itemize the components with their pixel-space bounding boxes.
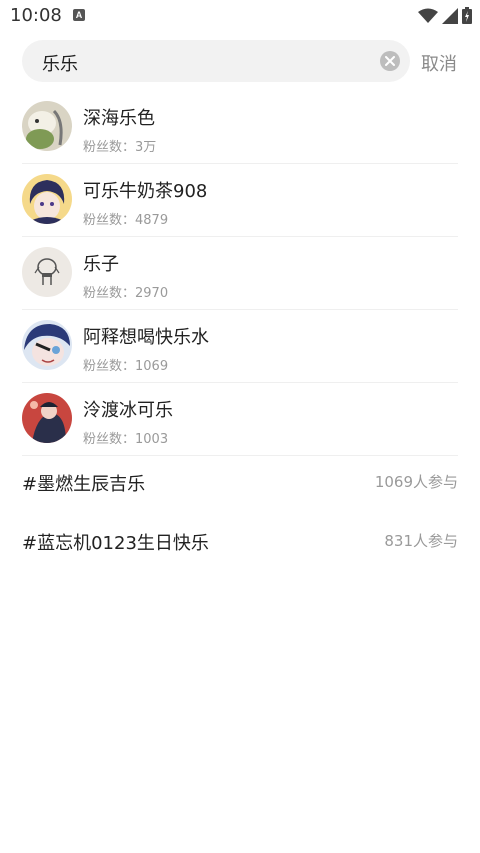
topic-row[interactable]: #蓝忘机0123生日快乐 831人参与: [22, 525, 458, 555]
avatar[interactable]: [22, 247, 72, 297]
topic-row[interactable]: #墨燃生辰吉乐 1069人参与: [22, 466, 458, 496]
fans-count: 粉丝数：1069: [83, 359, 169, 374]
notification-a-icon: A: [73, 9, 85, 21]
user-row[interactable]: 可乐牛奶茶908 粉丝数：4879: [22, 164, 458, 237]
wifi-icon: [418, 8, 438, 23]
fans-count: 粉丝数：1003: [83, 432, 169, 447]
user-row[interactable]: 阿释想喝快乐水 粉丝数：1069: [22, 310, 458, 383]
topic-title: #墨燃生辰吉乐: [22, 474, 146, 495]
user-name: 阿释想喝快乐水: [83, 327, 209, 348]
user-row[interactable]: 泠渡冰可乐 粉丝数：1003: [22, 383, 458, 456]
user-name: 可乐牛奶茶908: [83, 181, 208, 202]
user-name: 乐子: [83, 254, 119, 275]
user-row[interactable]: 乐子 粉丝数：2970: [22, 237, 458, 310]
topic-participants: 831人参与: [384, 532, 458, 550]
avatar[interactable]: [22, 174, 72, 224]
battery-icon: [462, 7, 472, 24]
search-input[interactable]: 乐乐: [42, 50, 78, 76]
fans-count: 粉丝数：2970: [83, 286, 169, 301]
user-name: 深海乐色: [83, 108, 155, 129]
topic-title: #蓝忘机0123生日快乐: [22, 533, 209, 554]
search-bar[interactable]: 乐乐: [22, 40, 410, 82]
clear-search-button[interactable]: [380, 51, 400, 71]
status-time: 10:08: [10, 5, 62, 26]
user-row[interactable]: 深海乐色 粉丝数：3万: [22, 91, 458, 164]
fans-count: 粉丝数：4879: [83, 213, 169, 228]
avatar[interactable]: [22, 101, 72, 151]
topic-participants: 1069人参与: [374, 473, 458, 491]
cancel-button[interactable]: 取消: [421, 50, 457, 76]
status-bar: 10:08 A: [0, 0, 480, 32]
fans-count: 粉丝数：3万: [83, 140, 157, 155]
close-icon: [385, 56, 395, 66]
avatar[interactable]: [22, 393, 72, 443]
signal-icon: [442, 7, 458, 24]
user-results-list: 深海乐色 粉丝数：3万 可乐牛奶茶908 粉丝数：4879 乐子 粉丝数：297…: [22, 91, 458, 456]
status-icons: [418, 7, 472, 24]
user-name: 泠渡冰可乐: [83, 400, 173, 421]
avatar[interactable]: [22, 320, 72, 370]
